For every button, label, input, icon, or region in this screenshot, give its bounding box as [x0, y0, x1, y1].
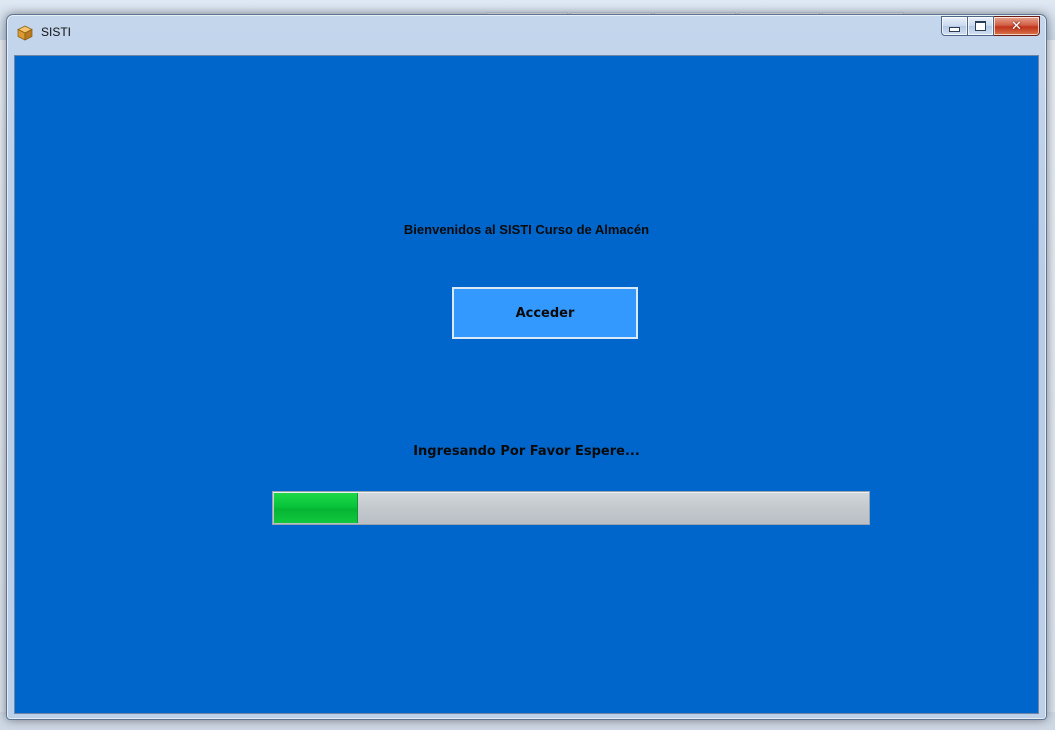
- welcome-message: Bienvenidos al SISTI Curso de Almacén: [403, 222, 650, 237]
- progress-bar-fill: [274, 493, 359, 523]
- close-icon: ✕: [1011, 18, 1022, 34]
- title-bar[interactable]: SISTI ✕: [7, 15, 1046, 49]
- close-button[interactable]: ✕: [994, 16, 1040, 36]
- maximize-icon: [975, 21, 986, 31]
- minimize-button[interactable]: [941, 16, 968, 36]
- access-button[interactable]: Acceder: [452, 287, 638, 339]
- progress-bar: [272, 491, 870, 525]
- loading-status-text: Ingresando Por Favor Espere...: [413, 444, 640, 459]
- maximize-button[interactable]: [968, 16, 994, 36]
- client-area: Bienvenidos al SISTI Curso de Almacén Ac…: [14, 55, 1039, 714]
- app-window: SISTI ✕ Bienvenidos al SISTI Curso de Al…: [6, 14, 1047, 720]
- caption-buttons: ✕: [941, 16, 1040, 36]
- minimize-icon: [949, 27, 960, 32]
- window-title: SISTI: [41, 25, 72, 39]
- box-icon: [17, 25, 33, 41]
